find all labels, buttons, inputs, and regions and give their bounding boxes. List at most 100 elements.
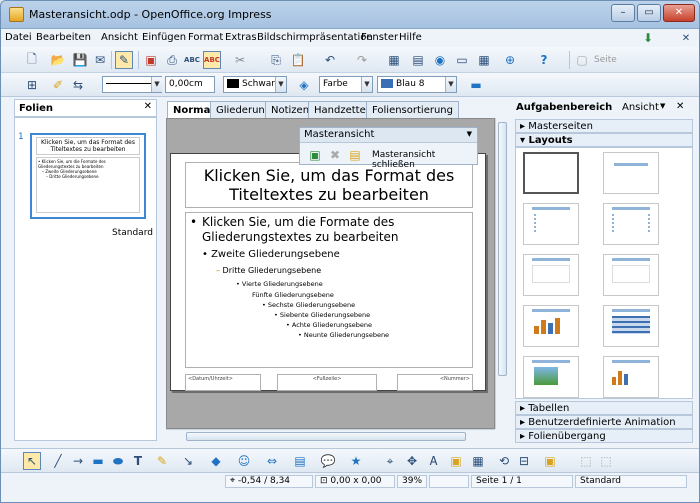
close-master-view-button[interactable]: Masteransicht schließen [372,150,477,170]
close-document-icon[interactable]: ✕ [677,29,695,47]
line-icon[interactable]: ╱ [49,452,67,470]
slideshow-icon[interactable]: ▭ [453,51,471,69]
extrusion-icon[interactable]: ⬚ [577,452,595,470]
close-icon[interactable]: ✕ [676,101,684,112]
number-placeholder[interactable]: <Nummer> [397,374,473,391]
paste-icon[interactable]: 📋 [289,51,307,69]
footer-placeholder[interactable]: <Fußzeile> [277,374,377,391]
vertical-scrollbar[interactable] [495,118,509,429]
horizontal-scrollbar[interactable] [166,429,495,443]
redo-icon[interactable]: ↷ [353,51,371,69]
new-icon[interactable]: 🗋 [23,51,41,69]
select-icon[interactable]: ↖ [23,452,41,470]
glue-points-icon[interactable]: ✥ [403,452,421,470]
task-pane-view-menu[interactable]: Ansicht [622,102,659,113]
layout-title-only[interactable] [603,152,659,194]
line-width-field[interactable]: 0,00cm [165,76,215,93]
tab-foliensortierung[interactable]: Foliensortierung [366,101,459,119]
basic-shapes-icon[interactable]: ◆ [207,452,225,470]
help-icon[interactable]: ? [535,51,553,69]
date-placeholder[interactable]: <Datum/Uhrzeit> [185,374,261,391]
spellcheck-icon[interactable]: ABC [183,51,201,69]
layout-title-chart-text[interactable] [603,356,659,398]
styles-icon[interactable]: ⊞ [23,76,41,94]
outline-placeholder[interactable]: • Klicken Sie, um die Formate des Glieder… [185,212,473,368]
area-icon[interactable]: ◈ [295,76,313,94]
symbol-shapes-icon[interactable]: ☺ [235,452,253,470]
menu-extras[interactable]: Extras [225,32,257,43]
chevron-down-icon[interactable]: ▼ [660,102,665,110]
layout-title-table[interactable] [603,305,659,347]
from-file-icon[interactable]: ▣ [447,452,465,470]
line-icon[interactable]: ✐ [49,76,67,94]
new-master-icon[interactable]: ▣ [306,146,324,164]
callouts-icon[interactable]: 💬 [319,452,337,470]
slide-thumbnail[interactable]: Klicken Sie, um das Format des Titeltext… [30,133,146,219]
mail-icon[interactable]: ✉ [91,51,109,69]
arrow-style-icon[interactable]: ⇆ [69,76,87,94]
scroll-thumb[interactable] [186,432,466,441]
menu-hilfe[interactable]: Hilfe [399,32,422,43]
stars-icon[interactable]: ★ [347,452,365,470]
shadow-icon[interactable]: ▬ [467,76,485,94]
layout-title-clipart[interactable] [523,356,579,398]
delete-master-icon[interactable]: ✖ [326,146,344,164]
layout-centered-text[interactable] [603,254,659,296]
pdf-export-icon[interactable]: ▣ [142,51,160,69]
table-icon[interactable]: ▤ [409,51,427,69]
points-icon[interactable]: ⌖ [381,452,399,470]
close-icon[interactable]: ✕ [144,101,152,112]
open-icon[interactable]: 📂 [49,51,67,69]
gallery-icon[interactable]: ▦ [475,51,493,69]
cut-icon[interactable]: ✂ [231,51,249,69]
status-zoom[interactable]: 39% [397,475,427,488]
maximize-button[interactable]: ▭ [637,4,661,22]
navigator-icon[interactable]: ◉ [431,51,449,69]
align-icon[interactable]: ⊟ [515,452,533,470]
menu-einfuegen[interactable]: Einfügen [142,32,186,43]
flowchart-icon[interactable]: ▤ [291,452,309,470]
ellipse-icon[interactable]: ⬬ [109,452,127,470]
undo-icon[interactable]: ↶ [321,51,339,69]
chevron-down-icon[interactable]: ▼ [445,77,456,92]
section-layouts[interactable]: ▾ Layouts [515,133,693,147]
layout-title-2content[interactable] [603,203,659,245]
curve-icon[interactable]: ✎ [153,452,171,470]
minimize-button[interactable]: – [611,4,635,22]
zoom-icon[interactable]: ⊕ [501,51,519,69]
layout-title-text[interactable] [523,254,579,296]
chart-icon[interactable]: ▦ [385,51,403,69]
gallery-icon[interactable]: ▦ [469,452,487,470]
update-download-icon[interactable]: ⬇ [639,29,657,47]
text-icon[interactable]: T [129,452,147,470]
print-icon[interactable]: ⎙ [163,51,181,69]
autospellcheck-icon[interactable]: ABC [203,51,221,69]
rename-master-icon[interactable]: ▤ [346,146,364,164]
tab-handzettel[interactable]: Handzettel [308,101,375,119]
copy-icon[interactable]: ⎘ [267,51,285,69]
menu-bildschirmpraesentation[interactable]: Bildschirmpräsentation [257,32,373,43]
section-animation[interactable]: ▸ Benutzerdefinierte Animation [515,415,693,429]
connector-icon[interactable]: ↘ [179,452,197,470]
rotate-icon[interactable]: ⟲ [495,452,513,470]
scroll-thumb[interactable] [498,122,507,376]
chevron-down-icon[interactable]: ▼ [275,77,286,92]
arrow-line-icon[interactable]: → [69,452,87,470]
chevron-down-icon[interactable]: ▼ [361,77,372,92]
section-tabellen[interactable]: ▸ Tabellen [515,401,693,415]
menu-bearbeiten[interactable]: Bearbeiten [36,32,91,43]
menu-ansicht[interactable]: Ansicht [101,32,138,43]
toggle-extrusion-icon[interactable]: ⬚ [597,452,615,470]
layout-title-chart[interactable] [523,305,579,347]
layout-blank[interactable] [523,152,579,194]
master-slide[interactable]: Klicken Sie, um das Format des Titeltext… [170,153,486,391]
menu-fenster[interactable]: Fenster [361,32,398,43]
save-icon[interactable]: 💾 [71,51,89,69]
block-arrows-icon[interactable]: ⇔ [263,452,281,470]
edit-file-icon[interactable]: ✎ [115,51,133,69]
status-insert-mode[interactable] [429,475,469,488]
fontwork-icon[interactable]: Ꭺ [425,452,443,470]
menu-datei[interactable]: Datei [5,32,32,43]
arrange-icon[interactable]: ▣ [541,452,559,470]
slide-design-label[interactable]: Seite [594,55,617,65]
